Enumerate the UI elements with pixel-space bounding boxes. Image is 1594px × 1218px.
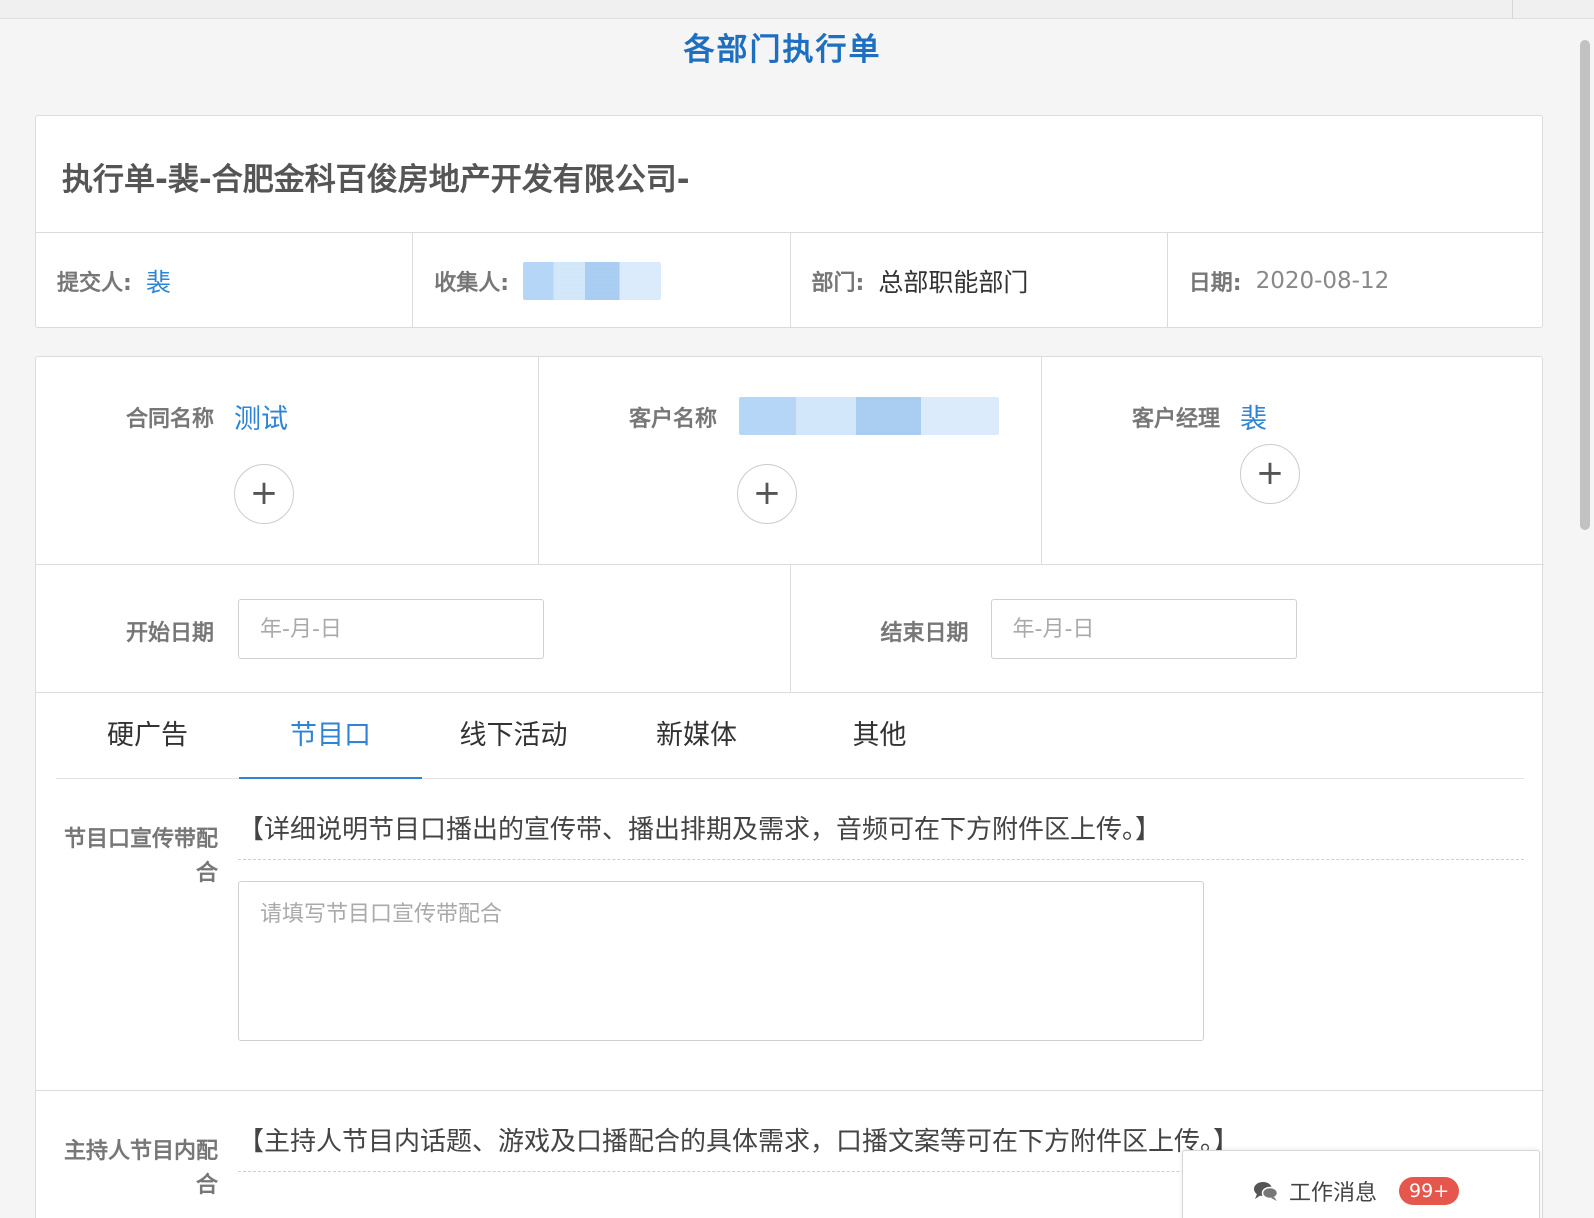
unread-count-badge: 99+	[1399, 1177, 1460, 1205]
top-strip	[0, 0, 1594, 19]
account-manager-label: 客户经理	[1131, 407, 1220, 432]
department-label: 部门:	[811, 270, 865, 296]
tab-offline-events[interactable]: 线下活动	[422, 693, 605, 779]
contract-name-label: 合同名称	[125, 407, 214, 432]
submitter-value[interactable]: 裴	[146, 263, 171, 299]
customer-name-col: 客户名称 +	[539, 357, 1042, 564]
order-header-card: 执行单-裴-合肥金科百俊房地产开发有限公司- 提交人: 裴 收集人: 部门: 总…	[35, 115, 1544, 328]
contract-name-col: 合同名称 测试 +	[36, 357, 539, 564]
tab-hard-ads[interactable]: 硬广告	[56, 693, 239, 779]
account-manager-value[interactable]: 裴	[1240, 397, 1267, 436]
date-label: 日期:	[1188, 270, 1242, 296]
scrollbar[interactable]	[1580, 40, 1590, 530]
collector-label: 收集人:	[434, 270, 510, 296]
media-tabs: 硬广告 节目口 线下活动 新媒体 其他	[56, 693, 1524, 779]
date-value: 2020-08-12	[1255, 267, 1390, 294]
contract-name-value[interactable]: 测试	[234, 397, 288, 436]
end-date-label: 结束日期	[880, 621, 969, 646]
work-messages-label: 工作消息	[1289, 1181, 1378, 1206]
order-meta-row: 提交人: 裴 收集人: 部门: 总部职能部门 日期: 2020-08-12	[36, 232, 1544, 328]
department-cell: 部门: 总部职能部门	[791, 233, 1168, 328]
work-messages-panel[interactable]: 工作消息 99+	[1182, 1150, 1540, 1218]
party-row: 合同名称 测试 + 客户名称 + 客户经理 裴 +	[36, 357, 1544, 565]
customer-name-label: 客户名称	[628, 407, 717, 432]
order-title: 执行单-裴-合肥金科百俊房地产开发有限公司-	[62, 162, 690, 198]
department-value: 总部职能部门	[878, 267, 1029, 297]
submitter-label: 提交人:	[57, 270, 132, 296]
page-title: 各部门执行单	[683, 32, 882, 68]
tab-program[interactable]: 节目口	[239, 693, 422, 779]
program-promo-hint: 【详细说明节目口播出的宣传带、播出排期及需求，音频可在下方附件区上传。】	[238, 809, 1524, 860]
tab-new-media[interactable]: 新媒体	[605, 693, 788, 779]
host-content-label: 主持人节目内配合	[63, 1139, 218, 1198]
account-manager-col: 客户经理 裴 +	[1042, 357, 1544, 564]
add-account-manager-button[interactable]: +	[1240, 444, 1300, 504]
top-divider	[1512, 0, 1513, 19]
add-contract-button[interactable]: +	[234, 464, 294, 524]
end-date-input[interactable]	[990, 599, 1297, 659]
start-date-input[interactable]	[238, 599, 544, 659]
execution-form-card: 合同名称 测试 + 客户名称 + 客户经理 裴 + 开始日期 结束日期 硬广告 …	[35, 356, 1544, 1218]
program-promo-section: 节目口宣传带配合 【详细说明节目口播出的宣传带、播出排期及需求，音频可在下方附件…	[36, 779, 1544, 1091]
chat-icon	[1254, 1182, 1279, 1201]
collector-value-redacted	[523, 261, 662, 300]
tab-other[interactable]: 其他	[788, 693, 971, 779]
start-date-label: 开始日期	[125, 621, 214, 646]
customer-name-value-redacted	[739, 397, 999, 435]
start-date-col: 开始日期	[36, 565, 791, 692]
submitter-cell: 提交人: 裴	[36, 233, 414, 328]
date-cell: 日期: 2020-08-12	[1168, 233, 1544, 328]
program-promo-label: 节目口宣传带配合	[63, 827, 218, 886]
add-customer-button[interactable]: +	[737, 464, 797, 524]
work-messages-button[interactable]: 工作消息 99+	[1253, 1175, 1460, 1207]
program-promo-textarea[interactable]	[238, 881, 1204, 1041]
date-range-row: 开始日期 结束日期	[36, 565, 1544, 693]
end-date-col: 结束日期	[791, 565, 1545, 692]
collector-cell: 收集人:	[413, 233, 791, 328]
